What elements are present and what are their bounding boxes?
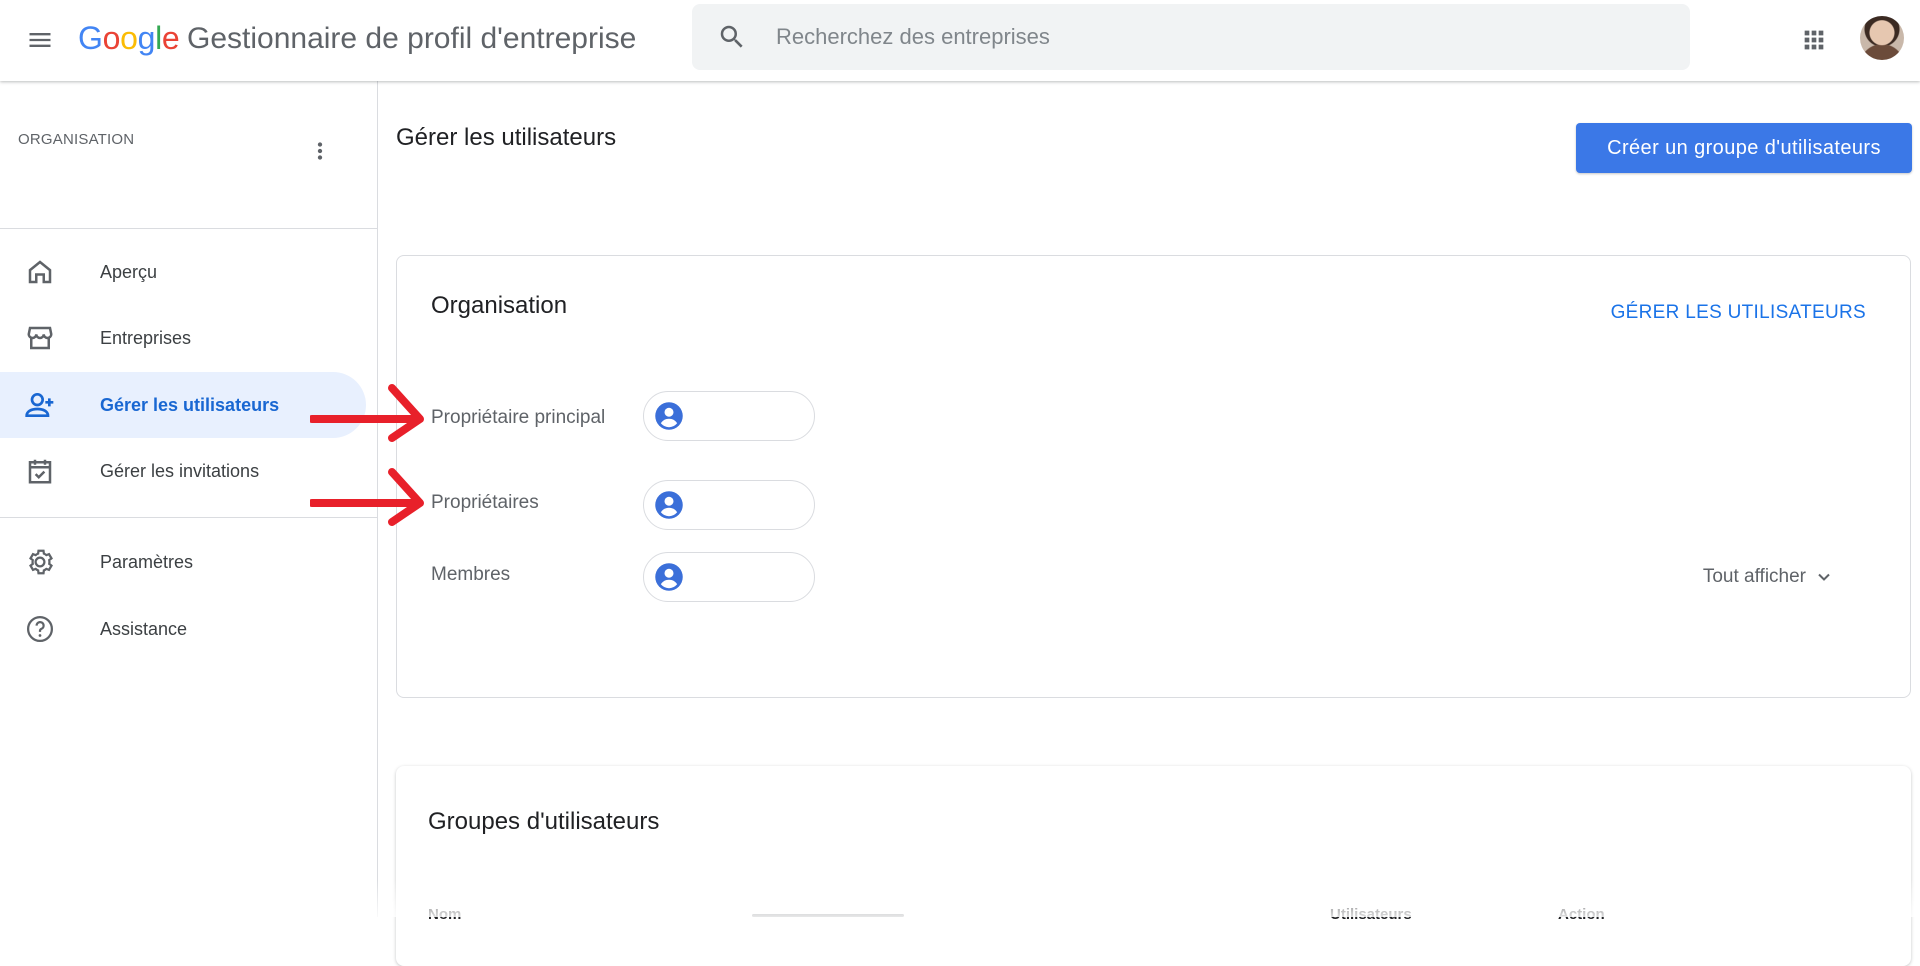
members-chip[interactable] — [643, 552, 815, 602]
card-title: Groupes d'utilisateurs — [428, 808, 660, 835]
organization-label: ORGANISATION — [18, 131, 135, 148]
home-icon — [24, 256, 56, 288]
search-bar[interactable] — [692, 4, 1690, 70]
search-icon[interactable] — [712, 17, 752, 57]
sidebar-divider — [0, 517, 378, 518]
menu-icon[interactable] — [22, 22, 58, 58]
column-header-users[interactable]: Utilisateurs — [1330, 906, 1412, 923]
settings-icon — [24, 546, 56, 578]
google-logo[interactable]: Google — [78, 20, 180, 57]
top-app-bar: Google Gestionnaire de profil d'entrepri… — [0, 0, 1920, 81]
storefront-icon — [24, 322, 56, 354]
account-circle-icon — [655, 491, 683, 519]
sidebar-item-label: Aperçu — [100, 261, 158, 282]
page-title: Gérer les utilisateurs — [396, 124, 617, 151]
primary-owner-chip[interactable] — [643, 391, 815, 441]
sidebar-item-label: Gérer les utilisateurs — [100, 394, 280, 415]
sidebar-item-label: Paramètres — [100, 551, 194, 572]
sidebar-item-apercu[interactable]: Aperçu — [0, 239, 366, 305]
organization-card: Organisation GÉRER LES UTILISATEURS Prop… — [396, 255, 1911, 698]
search-input[interactable] — [776, 24, 1576, 50]
show-all-label: Tout afficher — [1702, 566, 1806, 587]
sidebar: ORGANISATION Aperçu Entreprises Gérer le… — [0, 81, 378, 917]
account-circle-icon — [655, 563, 683, 591]
show-all-toggle[interactable]: Tout afficher — [1703, 566, 1834, 588]
person-add-icon — [24, 389, 56, 421]
help-icon — [24, 613, 56, 645]
members-label: Membres — [431, 564, 511, 585]
primary-owner-label: Propriétaire principal — [431, 407, 606, 428]
owners-label: Propriétaires — [431, 492, 539, 513]
column-header-action: Action — [1558, 906, 1605, 923]
owners-chip[interactable] — [643, 480, 815, 530]
sidebar-item-assistance[interactable]: Assistance — [0, 596, 366, 662]
card-title: Organisation — [431, 292, 568, 319]
column-header-name[interactable]: Nom — [428, 906, 461, 923]
sidebar-item-parametres[interactable]: Paramètres — [0, 529, 366, 595]
sidebar-item-gerer-invitations[interactable]: Gérer les invitations — [0, 438, 366, 504]
sidebar-item-label: Assistance — [100, 618, 188, 639]
sidebar-item-label: Entreprises — [100, 327, 192, 348]
event-available-icon — [24, 455, 56, 487]
sidebar-divider — [0, 228, 378, 229]
create-user-group-button[interactable]: Créer un groupe d'utilisateurs — [1576, 123, 1912, 173]
chevron-down-icon — [1818, 573, 1830, 581]
user-groups-card: Groupes d'utilisateurs Nom Utilisateurs … — [396, 766, 1911, 966]
sidebar-item-gerer-utilisateurs[interactable]: Gérer les utilisateurs — [0, 372, 366, 438]
more-vert-icon[interactable] — [300, 131, 340, 171]
account-circle-icon — [655, 402, 683, 430]
sidebar-item-entreprises[interactable]: Entreprises — [0, 305, 366, 371]
apps-grid-icon[interactable] — [1794, 20, 1834, 60]
manage-users-link[interactable]: GÉRER LES UTILISATEURS — [1611, 302, 1866, 324]
sidebar-item-label: Gérer les invitations — [100, 460, 260, 481]
account-avatar[interactable] — [1860, 16, 1904, 60]
app-title: Gestionnaire de profil d'entreprise — [187, 22, 637, 55]
